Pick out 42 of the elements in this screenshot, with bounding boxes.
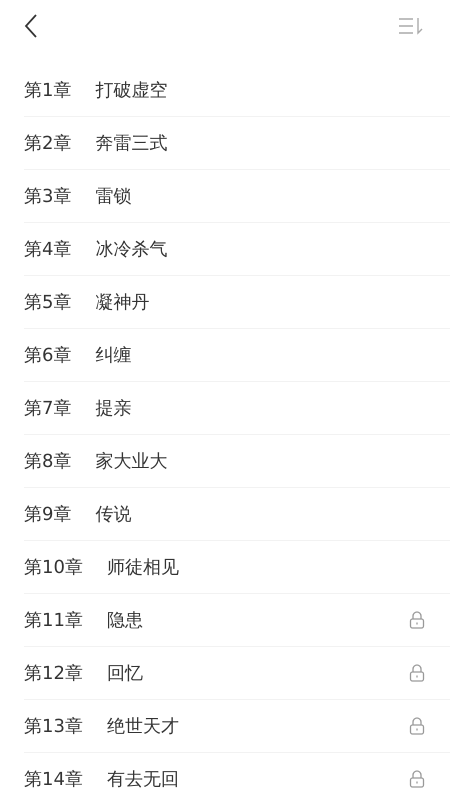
chapter-number: 第9章 [24,503,72,526]
chapter-title: 奔雷三式 [95,132,168,155]
chapter-item[interactable]: 第11章 隐患 [24,594,450,647]
chapter-item[interactable]: 第10章 师徒相见 [24,541,450,594]
chapter-number: 第3章 [24,185,72,208]
chapter-title: 回忆 [106,662,143,685]
chapter-item[interactable]: 第6章 纠缠 [24,329,450,382]
chapter-title: 师徒相见 [106,556,179,579]
chapter-item[interactable]: 第2章 奔雷三式 [24,117,450,170]
chapter-title: 家大业大 [95,450,168,473]
chapter-number: 第13章 [24,715,83,738]
chapter-number: 第12章 [24,662,83,685]
chapter-number: 第10章 [24,556,83,579]
chapter-item[interactable]: 第12章 回忆 [24,647,450,700]
chapter-title: 传说 [95,503,132,526]
chapter-number: 第4章 [24,238,72,261]
chapter-number: 第14章 [24,768,83,791]
chapter-number: 第7章 [24,397,72,420]
chapter-number: 第8章 [24,450,72,473]
chapter-title: 提亲 [95,397,132,420]
chapter-title: 有去无回 [106,768,179,791]
chapter-item[interactable]: 第4章 冰冷杀气 [24,223,450,276]
chapter-number: 第6章 [24,344,72,367]
chapter-item[interactable]: 第7章 提亲 [24,382,450,435]
chapter-title: 雷锁 [95,185,132,208]
chapter-item[interactable]: 第13章 绝世天才 [24,700,450,753]
chapter-number: 第5章 [24,291,72,314]
chapter-title: 冰冷杀气 [95,238,168,261]
chapter-title: 打破虚空 [95,79,168,102]
chapter-item[interactable]: 第9章 传说 [24,488,450,541]
chapter-item[interactable]: 第3章 雷锁 [24,170,450,223]
chapter-item[interactable]: 第14章 有去无回 [24,753,450,800]
chapter-number: 第1章 [24,79,72,102]
chapter-title: 纠缠 [95,344,132,367]
chapter-item[interactable]: 第8章 家大业大 [24,435,450,488]
chapter-number: 第2章 [24,132,72,155]
chapter-number: 第11章 [24,609,83,632]
chapter-item[interactable]: 第1章 打破虚空 [24,64,450,117]
chapter-title: 绝世天才 [106,715,179,738]
chapter-item[interactable]: 第5章 凝神丹 [24,276,450,329]
chapter-title: 隐患 [106,609,143,632]
chapter-title: 凝神丹 [95,291,150,314]
